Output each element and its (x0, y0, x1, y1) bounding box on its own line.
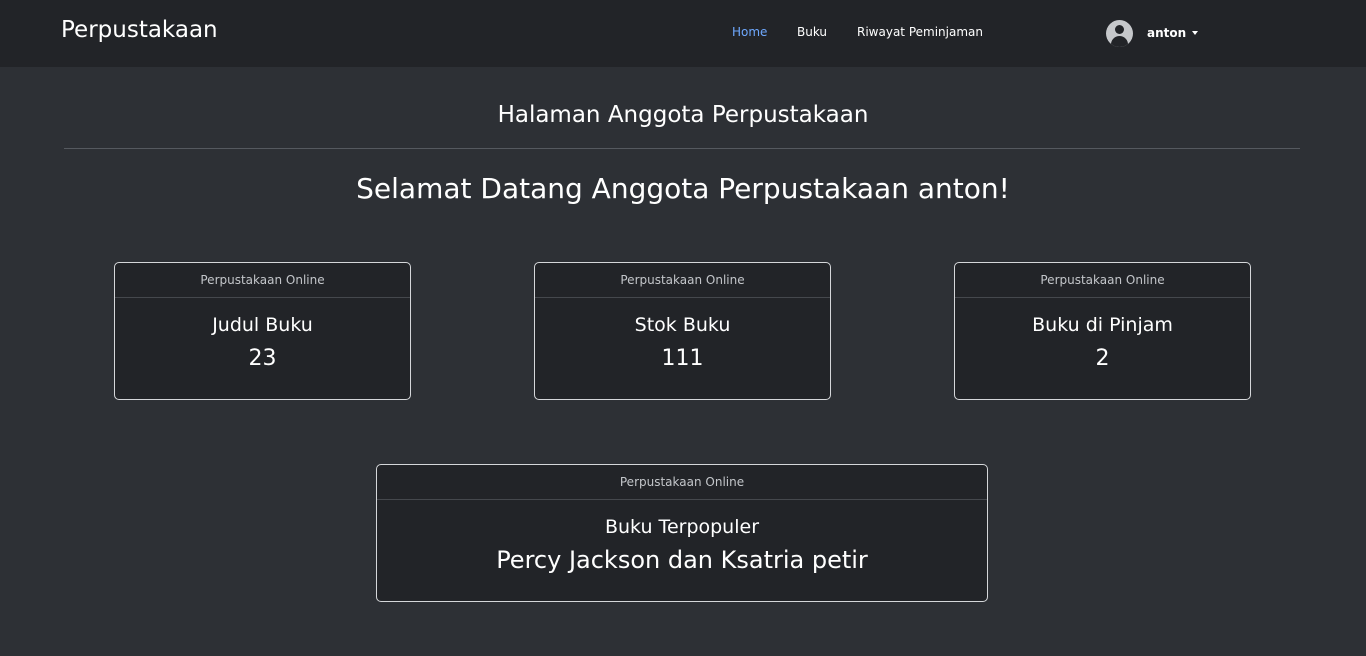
username: anton (1147, 26, 1187, 40)
navbar: Perpustakaan Home Buku Riwayat Peminjama… (0, 0, 1366, 67)
page-title: Halaman Anggota Perpustakaan (497, 102, 869, 128)
card-stok-buku: Perpustakaan Online Stok Buku 111 (534, 262, 831, 400)
card-title: Judul Buku (212, 314, 313, 336)
nav-link-riwayat-peminjaman[interactable]: Riwayat Peminjaman (857, 25, 983, 39)
card-buku-di-pinjam: Perpustakaan Online Buku di Pinjam 2 (954, 262, 1251, 400)
card-title: Buku Terpopuler (604, 516, 760, 538)
card-header: Perpustakaan Online (115, 263, 410, 298)
card-value: 23 (248, 346, 277, 371)
card-buku-terpopuler: Perpustakaan Online Buku Terpopuler Perc… (376, 464, 988, 602)
card-title: Buku di Pinjam (1032, 314, 1173, 336)
card-judul-buku: Perpustakaan Online Judul Buku 23 (114, 262, 411, 400)
user-dropdown[interactable]: anton (1106, 19, 1199, 47)
card-header: Perpustakaan Online (535, 263, 830, 298)
caret-down-icon (1192, 31, 1199, 35)
card-value: Percy Jackson dan Ksatria petir (496, 546, 868, 574)
user-circle-icon (1106, 19, 1133, 47)
brand-link[interactable]: Perpustakaan (61, 17, 218, 43)
card-header: Perpustakaan Online (377, 465, 987, 500)
card-value: 2 (1095, 346, 1110, 371)
card-value: 111 (661, 346, 704, 371)
divider (64, 148, 1300, 149)
nav-link-buku[interactable]: Buku (797, 25, 827, 39)
nav-link-home[interactable]: Home (732, 25, 767, 39)
card-title: Stok Buku (634, 314, 731, 336)
card-header: Perpustakaan Online (955, 263, 1250, 298)
welcome-heading: Selamat Datang Anggota Perpustakaan anto… (356, 172, 1010, 205)
